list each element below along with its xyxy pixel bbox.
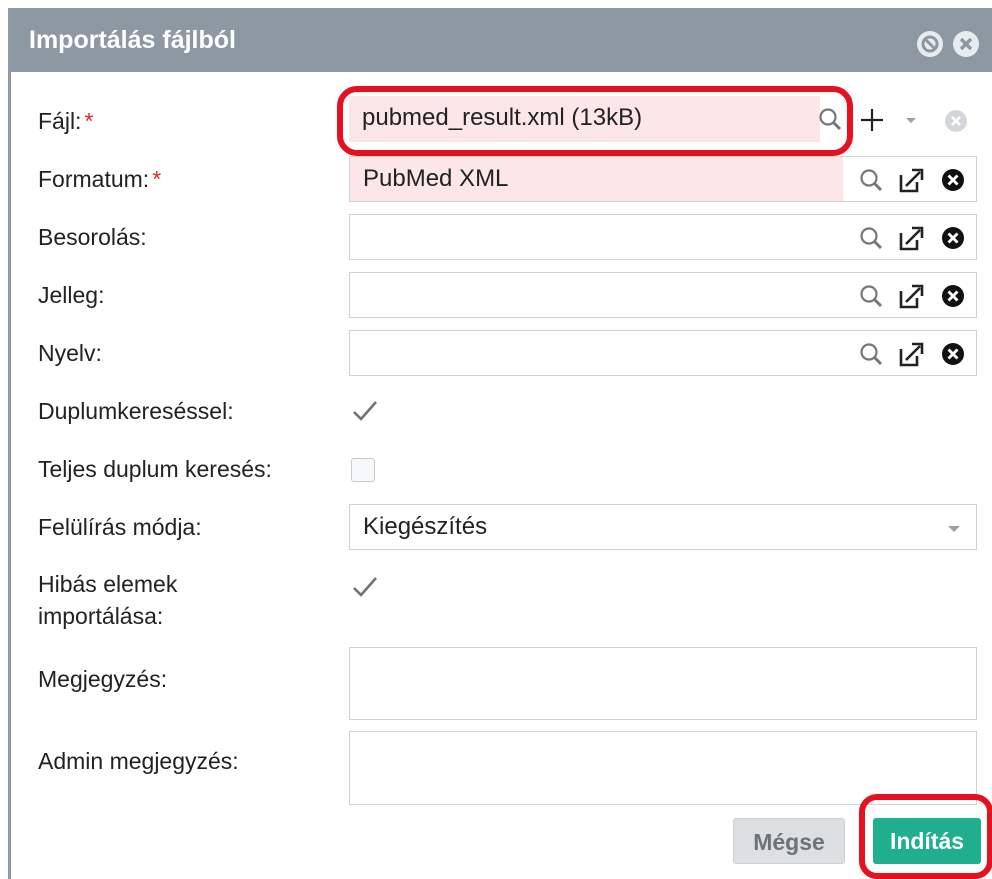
import-faulty-checkbox[interactable] xyxy=(351,574,377,598)
chevron-down-icon[interactable] xyxy=(903,112,919,128)
overwrite-mode-value: Kiegészítés xyxy=(363,513,488,540)
open-external-icon[interactable] xyxy=(898,282,926,310)
note-textarea[interactable] xyxy=(349,647,977,720)
dialog-title: Importálás fájlból xyxy=(29,26,236,54)
overwrite-mode-select[interactable]: Kiegészítés xyxy=(349,504,977,550)
clear-icon[interactable] xyxy=(940,283,966,309)
open-external-icon[interactable] xyxy=(898,224,926,252)
dialog-titlebar: Importálás fájlból xyxy=(11,8,992,72)
cancel-button[interactable]: Mégse xyxy=(733,818,845,864)
checkmark-icon xyxy=(353,577,377,597)
file-label: Fájl: * xyxy=(38,108,94,134)
type-value xyxy=(350,273,363,317)
overwrite-mode-label: Felülírás módja: xyxy=(38,514,202,540)
search-icon[interactable] xyxy=(858,341,884,367)
language-field[interactable] xyxy=(349,330,977,376)
format-field[interactable]: PubMed XML xyxy=(349,156,977,202)
search-icon[interactable] xyxy=(858,225,884,251)
note-label: Megjegyzés: xyxy=(38,666,168,692)
search-icon[interactable] xyxy=(858,167,884,193)
language-value xyxy=(350,331,363,375)
minimize-icon[interactable] xyxy=(917,31,943,57)
format-label: Formatum: * xyxy=(38,166,162,192)
clear-icon[interactable] xyxy=(940,341,966,367)
classification-value xyxy=(350,215,363,259)
duplicate-search-label: Duplumkereséssel: xyxy=(38,398,234,424)
search-icon[interactable] xyxy=(858,283,884,309)
clear-disabled-icon xyxy=(945,110,967,132)
close-icon[interactable] xyxy=(953,31,979,57)
language-label: Nyelv: xyxy=(38,340,102,366)
admin-note-label: Admin megjegyzés: xyxy=(38,748,239,774)
plus-icon[interactable] xyxy=(859,107,885,133)
import-dialog: Importálás fájlból Fájl: * pubmed_result.… xyxy=(8,8,992,879)
format-value: PubMed XML xyxy=(350,157,843,201)
classification-field[interactable] xyxy=(349,214,977,260)
import-faulty-label: Hibás elemek importálása: xyxy=(38,571,178,629)
open-external-icon[interactable] xyxy=(898,340,926,368)
start-button-highlight xyxy=(859,794,992,879)
duplicate-search-checkbox[interactable] xyxy=(351,398,377,422)
file-field-highlight xyxy=(337,86,853,156)
type-label: Jelleg: xyxy=(38,282,105,308)
type-field[interactable] xyxy=(349,272,977,318)
chevron-down-icon[interactable] xyxy=(946,521,962,537)
full-duplicate-search-checkbox[interactable] xyxy=(351,458,375,482)
clear-icon[interactable] xyxy=(940,225,966,251)
clear-icon[interactable] xyxy=(940,167,966,193)
classification-label: Besorolás: xyxy=(38,224,147,250)
full-duplicate-search-label: Teljes duplum keresés: xyxy=(38,456,272,482)
checkmark-icon xyxy=(353,401,377,421)
checkbox-empty xyxy=(351,458,375,482)
open-external-icon[interactable] xyxy=(898,166,926,194)
